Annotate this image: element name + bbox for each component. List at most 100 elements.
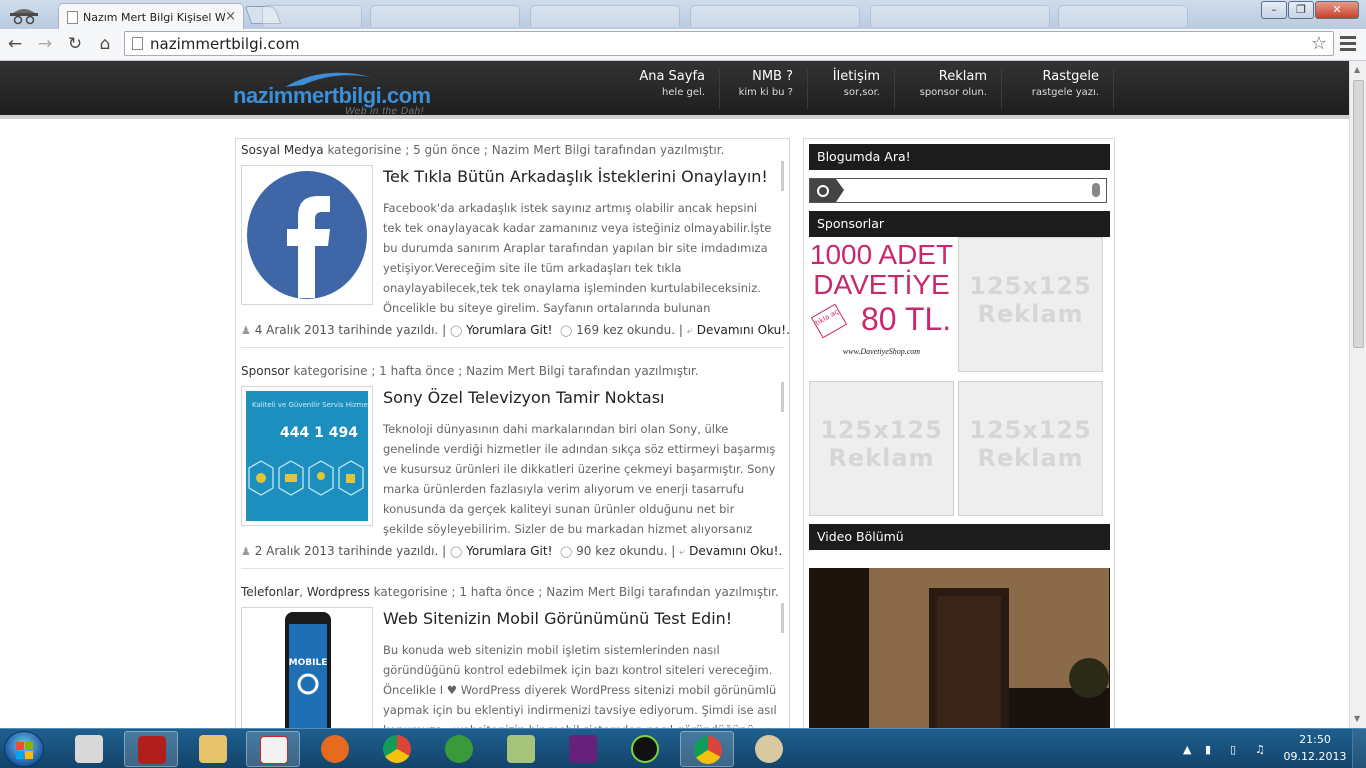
ad-price: 80 TL.: [861, 301, 952, 337]
background-tab[interactable]: [870, 5, 1050, 27]
window-close-button[interactable]: ✕: [1315, 1, 1359, 19]
post-title-link[interactable]: Sony Özel Televizyon Tamir Noktası: [383, 388, 665, 407]
ad-slot-size: 125x125: [969, 416, 1092, 444]
davetiye-ad-banner[interactable]: 1000 ADET DAVETİYE 80 TL. tıkla aç www.D…: [809, 237, 954, 372]
nav-title: Reklam: [938, 69, 987, 84]
taskbar-app[interactable]: [618, 731, 672, 767]
clock-date[interactable]: 09.12.2013: [1280, 750, 1350, 763]
nav-subtitle: sor,sor.: [843, 87, 880, 98]
show-desktop-button[interactable]: [1352, 729, 1366, 768]
nav-contact[interactable]: İletişim sor,sor.: [808, 69, 895, 109]
firefox-icon: [321, 735, 349, 763]
sponsors-widget-title: Sponsorlar: [809, 211, 1110, 237]
post-title-link[interactable]: Web Sitenizin Mobil Görünümünü Test Edin…: [383, 609, 732, 628]
post-meta-text: kategorisine ; 1 hafta önce ; Nazim Mert…: [289, 364, 699, 378]
scroll-up-icon[interactable]: ▲: [1354, 65, 1360, 74]
microphone-icon[interactable]: [1092, 183, 1100, 197]
post-item: Telefonlar, Wordpress kategorisine ; 1 h…: [236, 585, 789, 728]
background-tab[interactable]: [370, 5, 520, 27]
post-category-link[interactable]: Wordpress: [307, 585, 370, 599]
ad-slot[interactable]: 125x125 Reklam: [958, 381, 1103, 516]
video-player[interactable]: [809, 568, 1110, 728]
service-icons: [248, 460, 364, 496]
taskbar-app[interactable]: [742, 731, 796, 767]
forward-button[interactable]: →: [34, 33, 56, 55]
mobile-phone-icon: MOBILE: [285, 612, 331, 728]
background-tab[interactable]: [1058, 5, 1188, 27]
background-tab[interactable]: [690, 5, 860, 27]
restore-button[interactable]: ❐: [1288, 1, 1314, 19]
back-button[interactable]: ←: [4, 33, 26, 55]
ad-slot[interactable]: 125x125 Reklam: [958, 237, 1103, 372]
background-tab[interactable]: [530, 5, 680, 27]
taskbar-app[interactable]: [308, 731, 362, 767]
nav-nmb[interactable]: NMB ? kim ki bu ?: [720, 69, 808, 109]
post-category-link[interactable]: Sosyal Medya: [241, 143, 324, 157]
post-thumbnail[interactable]: MOBILE: [241, 607, 373, 728]
taskbar-app[interactable]: [246, 731, 300, 767]
ad-slot[interactable]: 125x125 Reklam: [809, 381, 954, 516]
battery-icon[interactable]: ▯: [1230, 743, 1236, 756]
paint-icon: [755, 735, 783, 763]
tab-active[interactable]: Nazım Mert Bilgi Kişisel W ×: [58, 3, 244, 31]
search-input[interactable]: [809, 178, 1107, 203]
title-divider: [781, 382, 784, 412]
arrow-icon: ⤶: [686, 324, 693, 337]
taskbar-app[interactable]: [62, 731, 116, 767]
url-text[interactable]: nazimmertbilgi.com: [150, 35, 300, 53]
taskbar-app[interactable]: [370, 731, 424, 767]
home-button[interactable]: ⌂: [94, 33, 116, 55]
thumb-label: MOBILE: [289, 658, 328, 668]
taskbar-app[interactable]: [680, 731, 734, 767]
clock-time[interactable]: 21:50: [1280, 733, 1350, 746]
thumb-caption: Kaliteli ve Güvenilir Servis Hizmeti: [252, 401, 368, 409]
tab-close-icon[interactable]: ×: [225, 9, 236, 24]
comments-link[interactable]: Yorumlara Git!: [466, 544, 552, 558]
network-icon[interactable]: ▮: [1205, 743, 1211, 756]
comments-link[interactable]: Yorumlara Git!: [466, 323, 552, 337]
volume-icon[interactable]: ♫: [1255, 743, 1265, 756]
chrome-icon: [694, 736, 722, 764]
start-flag-red: [16, 742, 24, 750]
posts-column: Sosyal Medya kategorisine ; 5 gün önce ;…: [235, 138, 790, 728]
post-thumbnail[interactable]: Kaliteli ve Güvenilir Servis Hizmeti 444…: [241, 386, 373, 526]
read-more-link[interactable]: Devamını Oku!.: [689, 544, 782, 558]
site-header: nazimmertbilgi.com Web in the Dah! Ana S…: [0, 61, 1349, 119]
minimize-button[interactable]: –: [1261, 1, 1287, 19]
nav-advertise[interactable]: Reklam sponsor olun.: [895, 69, 1002, 109]
tray-expand-icon[interactable]: ▲: [1183, 743, 1191, 756]
taskbar-app[interactable]: [432, 731, 486, 767]
post-thumbnail[interactable]: [241, 165, 373, 305]
nav-home[interactable]: Ana Sayfa hele gel.: [610, 69, 720, 109]
start-flag-green: [25, 742, 33, 750]
browser-toolbar: ← → ↻ ⌂ nazimmertbilgi.com ☆: [0, 29, 1366, 61]
post-item: Sosyal Medya kategorisine ; 5 gün önce ;…: [236, 143, 790, 353]
site-logo[interactable]: nazimmertbilgi.com Web in the Dah!: [233, 69, 493, 117]
page-scrollbar[interactable]: ▲ ▼: [1349, 61, 1366, 728]
scrollbar-thumb[interactable]: [1353, 80, 1364, 348]
taskbar-app[interactable]: [556, 731, 610, 767]
post-item: Sponsor kategorisine ; 1 hafta önce ; Na…: [236, 364, 789, 574]
address-bar[interactable]: nazimmertbilgi.com ☆: [124, 31, 1334, 56]
download-manager-icon: [445, 735, 473, 763]
post-category-link[interactable]: Sponsor: [241, 364, 290, 378]
taskbar-app[interactable]: [186, 731, 240, 767]
keyboard-app-icon: [75, 735, 103, 763]
chrome-menu-icon[interactable]: [1340, 34, 1356, 54]
taskbar-app[interactable]: [494, 731, 548, 767]
scroll-down-icon[interactable]: ▼: [1354, 714, 1360, 723]
nav-random[interactable]: Rastgele rastgele yazı.: [1002, 69, 1114, 109]
post-divider: [241, 568, 784, 569]
post-meta-text: kategorisine ; 1 hafta önce ; Nazim Mert…: [369, 585, 779, 599]
post-category-link[interactable]: Telefonlar: [241, 585, 299, 599]
bookmark-star-icon[interactable]: ☆: [1311, 33, 1327, 54]
ad-slot-label: Reklam: [977, 444, 1084, 472]
video-thumbnail: [809, 568, 1110, 728]
reload-button[interactable]: ↻: [64, 33, 86, 55]
start-button[interactable]: [4, 731, 44, 767]
read-more-link[interactable]: Devamını Oku!.: [697, 323, 790, 337]
taskbar-app[interactable]: [124, 731, 178, 767]
ad-slot-size: 125x125: [969, 272, 1092, 300]
post-title-link[interactable]: Tek Tıkla Bütün Arkadaşlık İsteklerini O…: [383, 167, 768, 186]
background-tab[interactable]: [262, 5, 362, 27]
